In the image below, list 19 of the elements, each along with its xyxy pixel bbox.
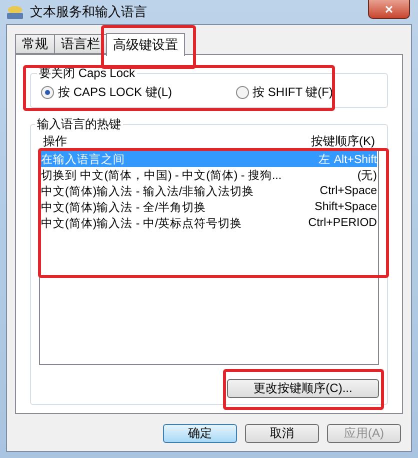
tab[interactable]: 高级键设置 [106, 33, 185, 56]
change-key-sequence-button[interactable]: 更改按键顺序(C)... [227, 379, 379, 398]
dialog-button[interactable]: 确定 [163, 424, 237, 443]
radio-option[interactable]: 按 SHIFT 键(F) [236, 84, 333, 101]
keyboard-icon [6, 4, 24, 20]
radio-button[interactable] [41, 86, 54, 99]
hotkey-row[interactable]: 中文(简体)输入法 - 输入法/非输入法切换 Ctrl+Space [41, 183, 377, 199]
window-title: 文本服务和输入语言 [30, 3, 147, 21]
hotkey-row[interactable]: 中文(简体)输入法 - 全/半角切换 Shift+Space [41, 199, 377, 215]
tab[interactable]: 语言栏 [54, 34, 107, 54]
tab[interactable]: 常规 [15, 34, 55, 54]
column-header: 操作 [43, 133, 67, 149]
group-title: 输入语言的热键 [36, 116, 122, 133]
radio-label: 按 SHIFT 键(F) [252, 84, 333, 101]
radio-button[interactable] [236, 86, 249, 99]
column-header: 按键顺序(K) [311, 133, 375, 149]
hotkey-row[interactable]: 中文(简体)输入法 - 中/英标点符号切换 Ctrl+PERIOD [41, 215, 377, 231]
hotkey-row[interactable]: 切换到 中文(简体，中国) - 中文(简体) - 搜狗... (无) [41, 167, 377, 183]
dialog-button[interactable]: 取消 [245, 424, 319, 443]
